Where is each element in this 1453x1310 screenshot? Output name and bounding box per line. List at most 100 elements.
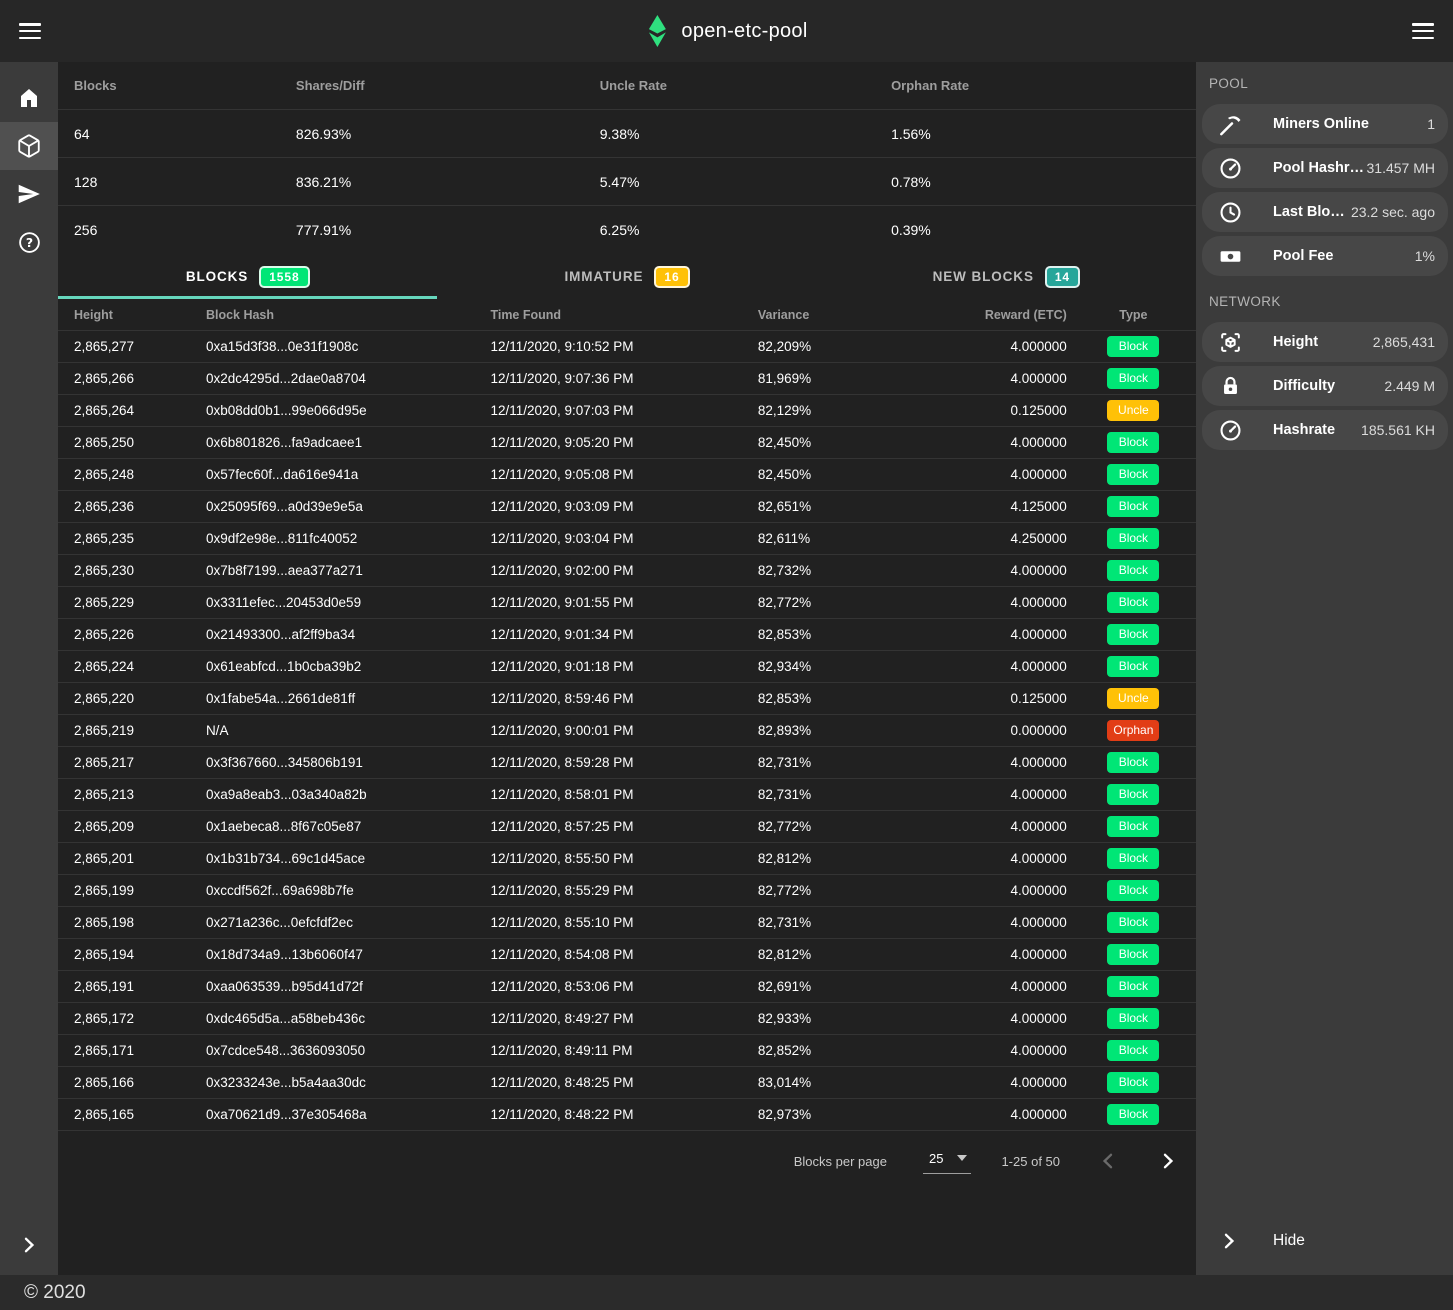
cell-variance: 82,852% [758, 1043, 951, 1058]
type-chip: Block [1107, 624, 1159, 645]
cell-variance: 82,691% [758, 979, 951, 994]
sidebar-item-help[interactable]: ? [0, 218, 58, 266]
blocks-per-page-select[interactable]: 25 [923, 1149, 971, 1174]
type-chip: Block [1107, 912, 1159, 933]
stats-row: 64826.93%9.38%1.56% [58, 110, 1196, 158]
etc-logo-icon [645, 15, 668, 47]
cell-block-hash: 0x9df2e98e...811fc40052 [206, 531, 491, 546]
stat-value: 2,865,431 [1373, 334, 1435, 350]
cell-time-found: 12/11/2020, 8:59:28 PM [490, 755, 757, 770]
type-chip: Block [1107, 496, 1159, 517]
expand-sidebar-button[interactable] [0, 1233, 58, 1257]
sidebar-item-blocks[interactable] [0, 122, 58, 170]
previous-page-button[interactable] [1096, 1149, 1120, 1173]
cell-block-hash: 0x3233243e...b5a4aa30dc [206, 1075, 491, 1090]
column-header: Block Hash [206, 308, 491, 322]
gauge-icon [1218, 156, 1243, 181]
cell-time-found: 12/11/2020, 8:55:29 PM [490, 883, 757, 898]
svg-text:?: ? [25, 235, 32, 250]
sidebar-item-payments[interactable] [0, 170, 58, 218]
cell-height: 2,865,219 [58, 723, 206, 738]
stats-cell: 0.39% [875, 222, 1196, 238]
type-chip: Block [1107, 752, 1159, 773]
stat-value: 1% [1415, 248, 1435, 264]
next-page-button[interactable] [1156, 1149, 1180, 1173]
cell-reward: 0.000000 [951, 723, 1070, 738]
table-row: 2,865,1910xaa063539...b95d41d72f12/11/20… [58, 971, 1196, 1003]
tab-blocks[interactable]: BLOCKS1558 [58, 254, 437, 299]
table-row: 2,865,2770xa15d3f38...0e31f1908c12/11/20… [58, 331, 1196, 363]
stats-cell: 1.56% [875, 126, 1196, 142]
send-icon [16, 181, 42, 207]
table-row: 2,865,1940x18d734a9...13b6060f4712/11/20… [58, 939, 1196, 971]
cell-type: Block [1071, 816, 1196, 837]
type-chip: Block [1107, 944, 1159, 965]
cell-block-hash: 0x1fabe54a...2661de81ff [206, 691, 491, 706]
cell-time-found: 12/11/2020, 8:59:46 PM [490, 691, 757, 706]
tab-new-blocks[interactable]: NEW BLOCKS14 [817, 254, 1196, 299]
top-app-bar: open-etc-pool [0, 0, 1453, 62]
cell-variance: 82,772% [758, 595, 951, 610]
cell-variance: 82,812% [758, 947, 951, 962]
table-row: 2,865,1980x271a236c...0efcfdf2ec12/11/20… [58, 907, 1196, 939]
table-row: 2,865,1990xccdf562f...69a698b7fe12/11/20… [58, 875, 1196, 907]
cell-block-hash: 0xa15d3f38...0e31f1908c [206, 339, 491, 354]
cell-variance: 83,014% [758, 1075, 951, 1090]
cell-time-found: 12/11/2020, 9:03:04 PM [490, 531, 757, 546]
sidebar-item-home[interactable] [0, 74, 58, 122]
cell-reward: 4.000000 [951, 1107, 1070, 1122]
type-chip: Block [1107, 464, 1159, 485]
chevron-left-icon [1096, 1149, 1120, 1173]
cell-type: Block [1071, 656, 1196, 677]
stats-body: 64826.93%9.38%1.56%128836.21%5.47%0.78%2… [58, 110, 1196, 254]
cell-reward: 4.000000 [951, 755, 1070, 770]
stat-value: 185.561 KH [1361, 422, 1435, 438]
type-chip: Block [1107, 1072, 1159, 1093]
cell-variance: 82,772% [758, 819, 951, 834]
table-row: 2,865,2200x1fabe54a...2661de81ff12/11/20… [58, 683, 1196, 715]
cell-block-hash: 0xdc465d5a...a58beb436c [206, 1011, 491, 1026]
gauge-icon [1218, 418, 1243, 443]
table-row: 2,865,2640xb08dd0b1...99e066d95e12/11/20… [58, 395, 1196, 427]
cell-height: 2,865,201 [58, 851, 206, 866]
menu-icon-right[interactable] [1412, 23, 1434, 39]
cell-height: 2,865,235 [58, 531, 206, 546]
cell-type: Block [1071, 752, 1196, 773]
cell-time-found: 12/11/2020, 9:03:09 PM [490, 499, 757, 514]
cell-variance: 82,732% [758, 563, 951, 578]
table-row: 2,865,2300x7b8f7199...aea377a27112/11/20… [58, 555, 1196, 587]
cell-height: 2,865,209 [58, 819, 206, 834]
tab-immature[interactable]: IMMATURE16 [437, 254, 816, 299]
stats-cell: 5.47% [584, 174, 875, 190]
hide-sidebar-button[interactable]: Hide [1196, 1219, 1453, 1263]
type-chip: Orphan [1107, 720, 1159, 741]
cell-reward: 4.000000 [951, 563, 1070, 578]
cell-reward: 4.000000 [951, 1011, 1070, 1026]
cell-height: 2,865,229 [58, 595, 206, 610]
column-header: Time Found [490, 308, 757, 322]
column-header: Variance [758, 308, 951, 322]
menu-icon[interactable] [19, 23, 41, 39]
stat-label: Height [1273, 334, 1373, 350]
table-header-row: HeightBlock HashTime FoundVarianceReward… [58, 299, 1196, 331]
cell-time-found: 12/11/2020, 8:55:50 PM [490, 851, 757, 866]
cell-variance: 82,611% [758, 531, 951, 546]
cell-block-hash: 0x2dc4295d...2dae0a8704 [206, 371, 491, 386]
cell-time-found: 12/11/2020, 8:58:01 PM [490, 787, 757, 802]
blocks-tabs: BLOCKS1558IMMATURE16NEW BLOCKS14 [58, 254, 1196, 299]
main-content: BlocksShares/DiffUncle RateOrphan Rate 6… [58, 62, 1196, 1275]
per-page-value: 25 [929, 1151, 943, 1166]
network-section-title: NETWORK [1196, 294, 1453, 322]
cell-type: Block [1071, 528, 1196, 549]
cell-type: Uncle [1071, 400, 1196, 421]
stat-value: 1 [1427, 116, 1435, 132]
stat-item-last-block-fo: Last Block Fo…23.2 sec. ago [1202, 192, 1448, 232]
cell-block-hash: 0xaa063539...b95d41d72f [206, 979, 491, 994]
cell-height: 2,865,191 [58, 979, 206, 994]
stats-header-cell: Uncle Rate [584, 78, 875, 93]
stats-cell: 9.38% [584, 126, 875, 142]
cell-height: 2,865,165 [58, 1107, 206, 1122]
cell-variance: 82,812% [758, 851, 951, 866]
blocks-per-page-label: Blocks per page [794, 1154, 887, 1169]
lock-icon [1218, 374, 1243, 399]
